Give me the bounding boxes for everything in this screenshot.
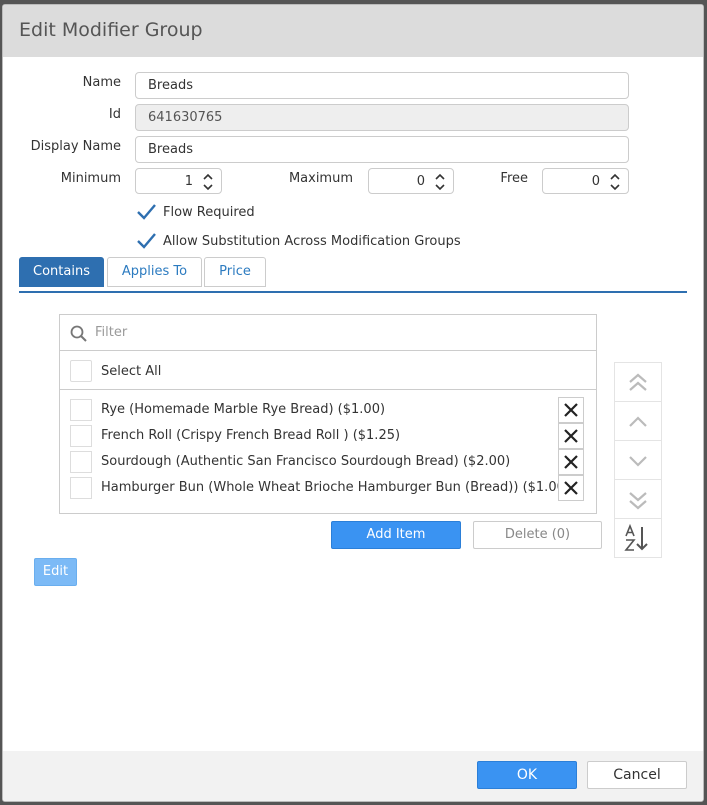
- stepper-arrows-icon[interactable]: [610, 172, 620, 192]
- dialog-title: Edit Modifier Group: [19, 19, 203, 41]
- remove-item-button[interactable]: [558, 449, 584, 475]
- add-item-button[interactable]: Add Item: [331, 521, 461, 549]
- free-value: 0: [591, 174, 600, 189]
- item-checkbox[interactable]: [70, 425, 92, 447]
- remove-item-button[interactable]: [558, 475, 584, 501]
- close-icon: [564, 481, 578, 495]
- move-down-button[interactable]: [615, 441, 661, 480]
- close-icon: [564, 455, 578, 469]
- close-icon: [564, 429, 578, 443]
- minimum-value: 1: [184, 174, 193, 189]
- display-name-input[interactable]: Breads: [135, 136, 629, 163]
- item-checkbox[interactable]: [70, 477, 92, 499]
- item-label: Sourdough (Authentic San Francisco Sourd…: [101, 454, 511, 469]
- move-to-top-icon: [629, 373, 647, 391]
- move-to-top-button[interactable]: [615, 363, 661, 402]
- minimum-stepper[interactable]: 1: [135, 168, 222, 194]
- item-label: Rye (Homemade Marble Rye Bread) ($1.00): [101, 402, 386, 417]
- allow-substitution-label: Allow Substitution Across Modification G…: [163, 234, 461, 249]
- remove-item-button[interactable]: [558, 423, 584, 449]
- sort-az-icon: [624, 524, 648, 551]
- move-to-bottom-button[interactable]: [615, 480, 661, 519]
- modifier-list: Filter Select All Rye (Homemade Marble R…: [59, 314, 597, 514]
- close-icon: [564, 403, 578, 417]
- list-item[interactable]: Hamburger Bun (Whole Wheat Brioche Hambu…: [60, 475, 596, 501]
- list-item[interactable]: Sourdough (Authentic San Francisco Sourd…: [60, 449, 596, 475]
- tab-contains[interactable]: Contains: [19, 257, 104, 287]
- ok-button[interactable]: OK: [477, 761, 577, 789]
- free-label: Free: [500, 171, 528, 186]
- remove-item-button[interactable]: [558, 397, 584, 423]
- tab-divider: [19, 291, 687, 293]
- maximum-label: Maximum: [288, 171, 353, 186]
- edit-modifier-group-dialog: Edit Modifier Group Name Breads Id 64163…: [2, 4, 704, 802]
- checkmark-icon: [135, 202, 157, 226]
- filter-input[interactable]: Filter: [60, 315, 596, 351]
- dialog-titlebar[interactable]: Edit Modifier Group: [3, 5, 703, 57]
- dialog-footer: OK Cancel: [3, 751, 703, 801]
- move-up-button[interactable]: [615, 402, 661, 441]
- maximum-value: 0: [416, 174, 425, 189]
- select-all-label: Select All: [101, 364, 162, 379]
- id-field: 641630765: [135, 104, 629, 131]
- move-to-bottom-icon: [629, 492, 647, 510]
- select-all-checkbox[interactable]: [70, 360, 92, 382]
- flow-required-checkbox[interactable]: Flow Required: [135, 201, 535, 225]
- tab-applies-to[interactable]: Applies To: [107, 257, 202, 287]
- move-down-icon: [629, 456, 647, 467]
- list-item[interactable]: Rye (Homemade Marble Rye Bread) ($1.00): [60, 397, 596, 423]
- minimum-label: Minimum: [60, 171, 121, 186]
- delete-button[interactable]: Delete (0): [473, 521, 602, 549]
- name-label: Name: [82, 75, 121, 90]
- free-stepper[interactable]: 0: [542, 168, 629, 194]
- checkmark-icon: [135, 231, 157, 255]
- item-label: Hamburger Bun (Whole Wheat Brioche Hambu…: [101, 480, 570, 495]
- edit-button[interactable]: Edit: [34, 558, 77, 586]
- stepper-arrows-icon[interactable]: [435, 172, 445, 192]
- stepper-arrows-icon[interactable]: [203, 172, 213, 192]
- name-input[interactable]: Breads: [135, 72, 629, 99]
- select-all-row[interactable]: Select All: [60, 352, 596, 390]
- item-checkbox[interactable]: [70, 399, 92, 421]
- display-name-label: Display Name: [30, 139, 121, 154]
- sort-az-button[interactable]: [615, 519, 661, 558]
- flow-required-label: Flow Required: [163, 205, 255, 220]
- list-item[interactable]: French Roll (Crispy French Bread Roll ) …: [60, 423, 596, 449]
- id-label: Id: [108, 107, 121, 122]
- reorder-buttons: [614, 362, 662, 558]
- item-label: French Roll (Crispy French Bread Roll ) …: [101, 428, 401, 443]
- search-icon: [70, 325, 87, 346]
- allow-substitution-checkbox[interactable]: Allow Substitution Across Modification G…: [135, 230, 535, 254]
- cancel-button[interactable]: Cancel: [587, 761, 687, 789]
- move-up-icon: [629, 416, 647, 427]
- maximum-stepper[interactable]: 0: [368, 168, 454, 194]
- filter-placeholder: Filter: [95, 325, 128, 340]
- item-checkbox[interactable]: [70, 451, 92, 473]
- tab-price[interactable]: Price: [204, 257, 266, 287]
